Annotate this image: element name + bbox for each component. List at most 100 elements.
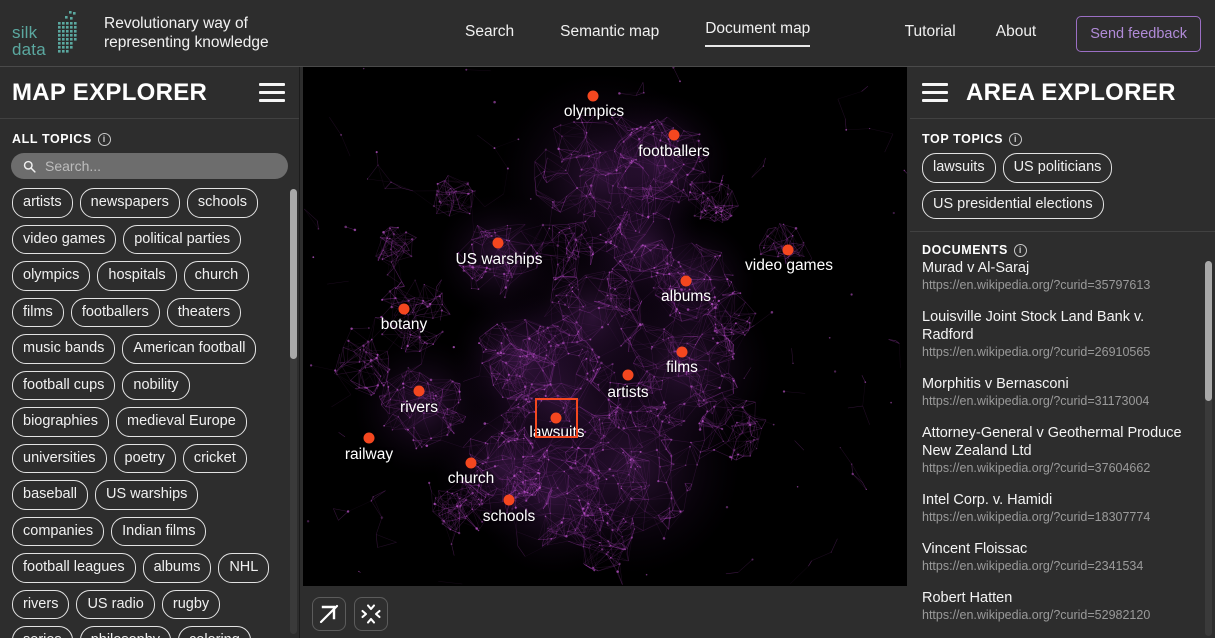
document-url[interactable]: https://en.wikipedia.org/?curid=2341534 xyxy=(922,558,1199,575)
pan-disabled-icon xyxy=(319,604,339,624)
topic-tag[interactable]: series xyxy=(12,626,73,638)
top-topic-tag[interactable]: US politicians xyxy=(1002,153,1113,183)
map-topic-dot[interactable] xyxy=(550,412,562,424)
map-explorer-title: MAP EXPLORER xyxy=(12,78,208,106)
topic-tag[interactable]: biographies xyxy=(12,407,109,437)
document-title[interactable]: Morphitis v Bernasconi xyxy=(922,375,1199,393)
nav-search[interactable]: Search xyxy=(465,23,514,44)
topic-tag[interactable]: US radio xyxy=(76,589,155,619)
map-topic-dot[interactable] xyxy=(587,90,599,102)
nav-about[interactable]: About xyxy=(996,23,1037,44)
document-item[interactable]: Vincent Floissac https://en.wikipedia.org… xyxy=(922,540,1199,575)
nav-document-map[interactable]: Document map xyxy=(705,20,811,47)
map-tool-buttons xyxy=(312,597,388,631)
info-icon[interactable]: i xyxy=(97,132,111,146)
map-topic-dot[interactable] xyxy=(413,385,425,397)
topic-tag[interactable]: poetry xyxy=(113,443,176,473)
map-topic-dot[interactable] xyxy=(363,432,375,444)
map-topic-dot[interactable] xyxy=(680,275,692,287)
topic-search-box[interactable] xyxy=(11,153,288,179)
topic-tag[interactable]: American football xyxy=(122,334,257,364)
map-topic-dot[interactable] xyxy=(465,457,477,469)
topic-tag[interactable]: medieval Europe xyxy=(115,407,247,437)
topic-tag[interactable]: films xyxy=(12,297,64,327)
all-topics-list: artists newspapers schools video games polit… xyxy=(0,185,299,638)
map-topic-dot[interactable] xyxy=(782,244,794,256)
document-title[interactable]: Attorney-General v Geothermal Produce Ne… xyxy=(922,424,1199,460)
map-topic-dot[interactable] xyxy=(398,303,410,315)
map-topic-dot[interactable] xyxy=(668,129,680,141)
menu-icon[interactable] xyxy=(259,83,285,102)
document-url[interactable]: https://en.wikipedia.org/?curid=18307774 xyxy=(922,509,1199,526)
topic-tag[interactable]: US warships xyxy=(95,480,199,510)
top-topics-container: lawsuits US politicians US presidential el… xyxy=(922,153,1203,219)
document-title[interactable]: Murad v Al-Saraj xyxy=(922,259,1199,277)
topic-tag[interactable]: football cups xyxy=(12,370,116,400)
document-url[interactable]: https://en.wikipedia.org/?curid=52982120 xyxy=(922,607,1199,624)
topic-tag[interactable]: hospitals xyxy=(97,261,177,291)
document-url[interactable]: https://en.wikipedia.org/?curid=37604662 xyxy=(922,460,1199,477)
document-item[interactable]: Robert Hatten https://en.wikipedia.org/?c… xyxy=(922,589,1199,624)
brand-logo[interactable]: silk data Revolutionary way of represent… xyxy=(0,8,300,58)
main-navigation: Search Semantic map Document map xyxy=(465,0,811,67)
map-topic-dot[interactable] xyxy=(503,494,515,506)
topic-tag[interactable]: coloring xyxy=(178,626,251,638)
area-menu-icon[interactable] xyxy=(922,83,948,102)
document-item[interactable]: Louisville Joint Stock Land Bank v. Radf… xyxy=(922,308,1199,361)
header-tagline: Revolutionary way of representing knowle… xyxy=(104,15,269,51)
topic-tag[interactable]: rugby xyxy=(161,589,221,619)
topic-tag[interactable]: Indian films xyxy=(111,516,207,546)
top-topic-tag[interactable]: US presidential elections xyxy=(922,189,1104,219)
topic-tag[interactable]: video games xyxy=(12,224,117,254)
topic-tag[interactable]: cricket xyxy=(182,443,247,473)
topic-tag[interactable]: albums xyxy=(142,553,212,583)
document-item[interactable]: Attorney-General v Geothermal Produce Ne… xyxy=(922,424,1199,477)
topic-tag[interactable]: nobility xyxy=(122,370,190,400)
map-canvas[interactable]: olympics footballers US warships video game… xyxy=(303,67,907,586)
topic-tag[interactable]: rivers xyxy=(12,589,70,619)
map-topic-dot[interactable] xyxy=(492,237,504,249)
topic-tag[interactable]: universities xyxy=(12,443,107,473)
documents-scrollbar-thumb[interactable] xyxy=(1205,261,1212,401)
topic-tag[interactable]: political parties xyxy=(123,224,242,254)
topic-tag[interactable]: music bands xyxy=(12,334,116,364)
topic-search-row xyxy=(0,153,299,185)
topic-tag[interactable]: philosophy xyxy=(79,626,172,638)
document-item[interactable]: Murad v Al-Saraj https://en.wikipedia.org… xyxy=(922,259,1199,294)
topics-scrollbar-thumb[interactable] xyxy=(290,189,297,359)
document-title[interactable]: Louisville Joint Stock Land Bank v. Radf… xyxy=(922,308,1199,344)
map-network-graphic xyxy=(303,67,907,585)
documents-label: DOCUMENTS xyxy=(922,243,1008,257)
map-topic-dot[interactable] xyxy=(676,346,688,358)
document-item[interactable]: Intel Corp. v. Hamidi https://en.wikipedi… xyxy=(922,491,1199,526)
top-topic-tag[interactable]: lawsuits xyxy=(922,153,996,183)
topic-tag[interactable]: companies xyxy=(12,516,105,546)
map-topic-dot[interactable] xyxy=(622,369,634,381)
topic-tag[interactable]: baseball xyxy=(12,480,89,510)
topic-tag[interactable]: footballers xyxy=(70,297,160,327)
document-item[interactable]: Morphitis v Bernasconi https://en.wikiped… xyxy=(922,375,1199,410)
topic-tag[interactable]: theaters xyxy=(166,297,242,327)
topic-tag[interactable]: football leagues xyxy=(12,553,136,583)
document-url[interactable]: https://en.wikipedia.org/?curid=26910565 xyxy=(922,344,1199,361)
documents-info-icon[interactable]: i xyxy=(1013,243,1027,257)
topic-search-input[interactable] xyxy=(45,158,276,174)
document-title[interactable]: Intel Corp. v. Hamidi xyxy=(922,491,1199,509)
document-title[interactable]: Robert Hatten xyxy=(922,589,1199,607)
fit-to-screen-button[interactable] xyxy=(354,597,388,631)
nav-tutorial[interactable]: Tutorial xyxy=(905,23,956,44)
topic-tag[interactable]: olympics xyxy=(12,261,91,291)
topic-tag[interactable]: newspapers xyxy=(79,188,180,218)
topic-tag[interactable]: artists xyxy=(12,188,73,218)
topic-tag[interactable]: schools xyxy=(186,188,259,218)
document-url[interactable]: https://en.wikipedia.org/?curid=35797613 xyxy=(922,277,1199,294)
disable-pan-tool-button[interactable] xyxy=(312,597,346,631)
nav-semantic-map[interactable]: Semantic map xyxy=(560,23,659,44)
top-topics-info-icon[interactable]: i xyxy=(1009,132,1023,146)
document-title[interactable]: Vincent Floissac xyxy=(922,540,1199,558)
topic-tag[interactable]: church xyxy=(183,261,250,291)
topic-tag[interactable]: NHL xyxy=(218,553,270,583)
document-url[interactable]: https://en.wikipedia.org/?curid=31173004 xyxy=(922,393,1199,410)
documents-list: Murad v Al-Saraj https://en.wikipedia.org… xyxy=(910,259,1215,638)
send-feedback-button[interactable]: Send feedback xyxy=(1076,15,1201,52)
